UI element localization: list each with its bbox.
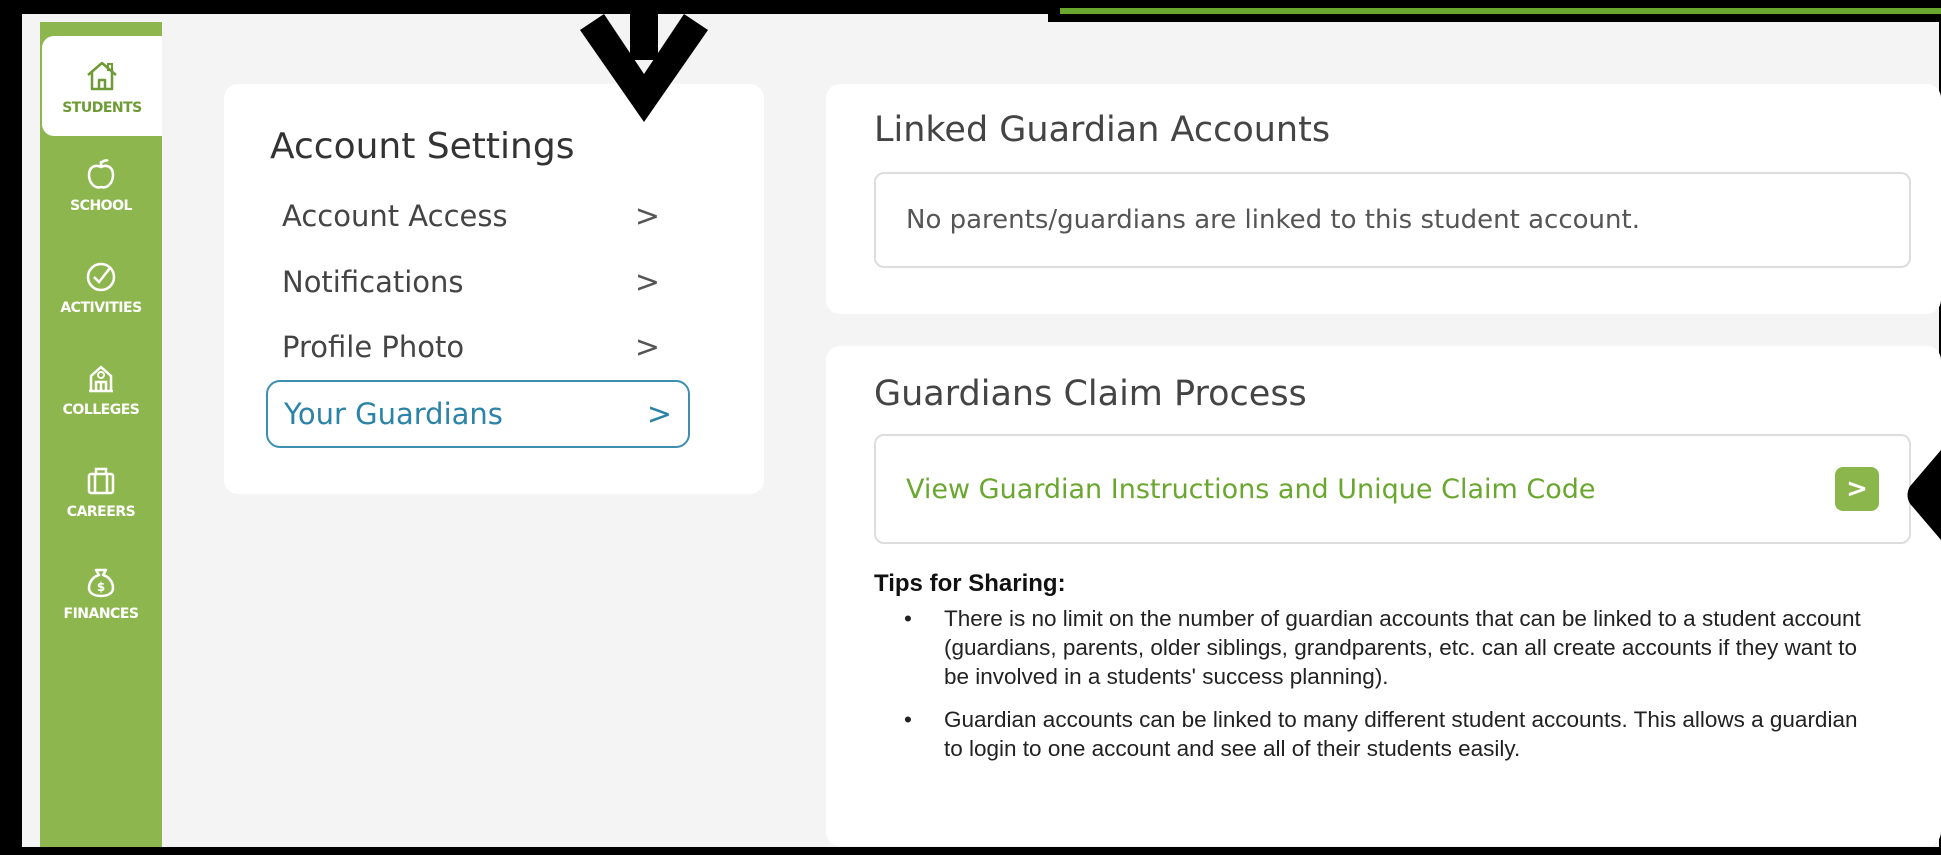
settings-item-notifications[interactable]: Notifications > xyxy=(266,250,676,314)
list-item: • Guardian accounts can be linked to man… xyxy=(874,705,1874,763)
sidebar-item-school[interactable]: SCHOOL xyxy=(40,134,162,234)
settings-item-profile-photo[interactable]: Profile Photo > xyxy=(266,315,676,379)
green-accent-bar xyxy=(1060,8,1941,14)
home-icon xyxy=(87,61,117,91)
linked-accounts-title: Linked Guardian Accounts xyxy=(874,110,1331,150)
bullet: • xyxy=(904,606,912,631)
sidebar-item-label: SCHOOL xyxy=(70,198,132,214)
bullet: • xyxy=(904,707,912,732)
linked-accounts-message-box: No parents/guardians are linked to this … xyxy=(874,172,1911,268)
settings-item-label: Your Guardians xyxy=(284,397,503,431)
chevron-right-icon[interactable]: > xyxy=(1835,467,1879,511)
main-sidebar: STUDENTS SCHOOL ACTIVITIES COLLEGES CARE… xyxy=(40,22,162,847)
check-circle-icon xyxy=(86,262,116,292)
tip-text: Guardian accounts can be linked to many … xyxy=(944,707,1858,761)
svg-text:$: $ xyxy=(97,580,105,594)
account-settings-card: Account Settings Account Access > Notifi… xyxy=(224,84,764,494)
settings-item-label: Account Access xyxy=(282,199,508,233)
chevron-right-icon: > xyxy=(634,198,660,234)
linked-guardian-accounts-card: Linked Guardian Accounts No parents/guar… xyxy=(826,84,1941,314)
view-instructions-link[interactable]: View Guardian Instructions and Unique Cl… xyxy=(906,474,1835,505)
sidebar-item-careers[interactable]: CAREERS xyxy=(40,440,162,540)
settings-item-your-guardians[interactable]: Your Guardians > xyxy=(266,380,690,448)
list-item: • There is no limit on the number of gua… xyxy=(874,604,1874,691)
settings-item-label: Notifications xyxy=(282,265,464,299)
chevron-right-icon: > xyxy=(634,329,660,365)
briefcase-icon xyxy=(87,467,115,495)
sidebar-item-label: CAREERS xyxy=(66,504,136,520)
college-building-icon xyxy=(89,365,113,393)
top-highlight-bar xyxy=(1048,0,1941,22)
money-bag-icon: $ xyxy=(87,568,115,598)
sidebar-item-label: FINANCES xyxy=(63,606,139,622)
annotation-arrow-down-icon xyxy=(580,0,708,122)
claim-process-title: Guardians Claim Process xyxy=(874,374,1307,414)
chevron-right-icon: > xyxy=(634,264,660,300)
no-guardians-message: No parents/guardians are linked to this … xyxy=(906,205,1640,235)
claim-code-link-box[interactable]: View Guardian Instructions and Unique Cl… xyxy=(874,434,1911,544)
settings-item-label: Profile Photo xyxy=(282,330,465,364)
tips-list: • There is no limit on the number of gua… xyxy=(874,604,1874,777)
sidebar-item-label: COLLEGES xyxy=(62,402,140,418)
sidebar-item-colleges[interactable]: COLLEGES xyxy=(40,338,162,438)
sidebar-item-label: STUDENTS xyxy=(62,100,142,116)
apple-icon xyxy=(87,159,115,189)
tip-text: There is no limit on the number of guard… xyxy=(944,606,1861,689)
tips-heading: Tips for Sharing: xyxy=(874,570,1066,597)
settings-item-account-access[interactable]: Account Access > xyxy=(266,184,676,248)
sidebar-item-activities[interactable]: ACTIVITIES xyxy=(40,236,162,336)
sidebar-item-label: ACTIVITIES xyxy=(60,300,142,316)
settings-title: Account Settings xyxy=(270,126,575,167)
annotation-arrow-left-icon xyxy=(1907,450,1941,540)
chevron-right-icon: > xyxy=(646,396,672,432)
guardians-claim-process-card: Guardians Claim Process View Guardian In… xyxy=(826,346,1941,846)
sidebar-item-students[interactable]: STUDENTS xyxy=(42,36,162,136)
sidebar-item-finances[interactable]: $ FINANCES xyxy=(40,542,162,642)
